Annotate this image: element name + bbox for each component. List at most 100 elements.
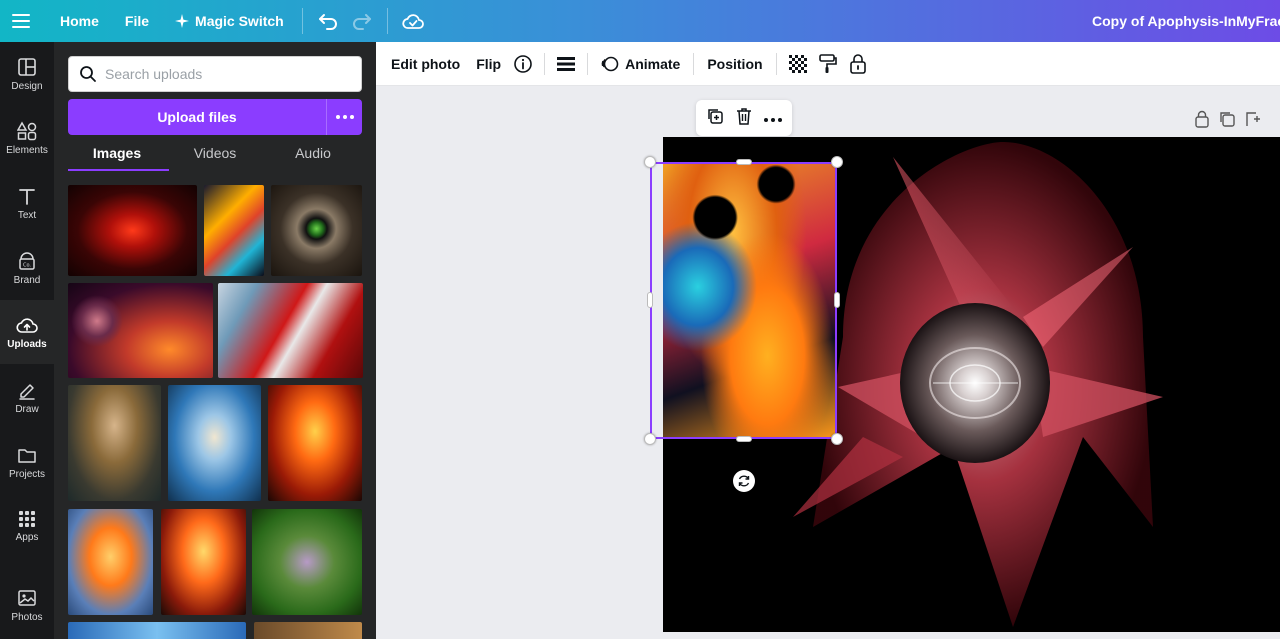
flip-button[interactable]: Flip (469, 48, 508, 80)
resize-handle-bottom-right[interactable] (831, 433, 843, 445)
redo-icon[interactable] (345, 5, 379, 37)
resize-handle-right[interactable] (834, 292, 840, 308)
rail-item-elements[interactable]: Elements (0, 106, 54, 170)
rail-label-elements: Elements (6, 144, 48, 156)
rail-label-uploads: Uploads (7, 338, 47, 350)
file-label: File (124, 13, 150, 29)
upload-thumbnail[interactable] (271, 185, 362, 276)
page-tools (1194, 110, 1262, 133)
divider (775, 52, 777, 75)
rail-item-projects[interactable]: Projects (0, 430, 54, 494)
selection-box (650, 162, 837, 439)
text-icon (19, 188, 35, 205)
upload-thumbnail[interactable] (254, 622, 362, 639)
rail-item-text[interactable]: Text (0, 171, 54, 235)
layout-icon (18, 57, 36, 76)
rail-item-draw[interactable]: Draw (0, 365, 54, 429)
rail-label-design: Design (11, 80, 43, 92)
duplicate-icon[interactable] (706, 107, 724, 130)
home-label: Home (60, 13, 99, 29)
context-toolbar: Edit photo Flip Animate Position (376, 42, 1280, 86)
upload-thumbnail[interactable] (161, 509, 246, 615)
file-menu-button[interactable]: File (115, 5, 159, 37)
rail-label-text: Text (17, 209, 37, 221)
delete-icon[interactable] (736, 107, 752, 130)
more-dots-icon (335, 115, 354, 119)
cloud-upload-icon (16, 317, 38, 333)
resize-handle-left[interactable] (647, 292, 653, 308)
svg-text:Co.: Co. (23, 262, 31, 268)
animate-button[interactable]: Animate (594, 48, 687, 80)
page-lock-icon[interactable] (1194, 110, 1210, 133)
edit-photo-button[interactable]: Edit photo (384, 48, 467, 80)
design-title[interactable]: Copy of Apophysis-InMyFracta (1092, 0, 1280, 42)
rail-item-uploads[interactable]: Uploads (0, 300, 54, 364)
tab-videos[interactable]: Videos (166, 142, 264, 172)
upload-thumbnail[interactable] (68, 509, 153, 615)
upload-thumbnail[interactable] (168, 385, 261, 501)
animate-label: Animate (625, 55, 681, 72)
upload-files-button[interactable]: Upload files (68, 99, 326, 135)
canvas-area (376, 86, 1280, 639)
tab-images[interactable]: Images (68, 142, 166, 172)
rail-item-design[interactable]: Design (0, 42, 54, 106)
sparkle-icon (175, 14, 190, 28)
undo-icon[interactable] (311, 5, 345, 37)
rail-item-apps[interactable]: Apps (0, 494, 54, 558)
upload-thumbnail[interactable] (68, 185, 197, 276)
add-page-icon[interactable] (1244, 110, 1262, 133)
grid-icon (19, 510, 35, 527)
divider (386, 8, 388, 34)
lock-icon[interactable] (843, 48, 873, 80)
home-button[interactable]: Home (50, 5, 109, 37)
more-options-icon[interactable] (764, 109, 782, 127)
tab-audio[interactable]: Audio (264, 142, 362, 172)
top-bar: Home File Magic Switch Copy of Apophysis… (0, 0, 1280, 42)
brand-icon: Co. (19, 251, 35, 270)
search-input[interactable] (105, 66, 345, 82)
upload-thumbnail[interactable] (204, 185, 264, 276)
rail-item-photos[interactable]: Photos (0, 573, 54, 637)
divider (587, 52, 589, 75)
element-action-bar (696, 100, 792, 136)
transparency-icon[interactable] (783, 48, 813, 80)
magic-switch-button[interactable]: Magic Switch (165, 5, 294, 37)
border-style-icon[interactable] (551, 48, 581, 80)
upload-thumbnail[interactable] (68, 283, 213, 378)
rail-label-draw: Draw (15, 403, 39, 415)
upload-thumbnail[interactable] (252, 509, 362, 615)
rotate-handle[interactable] (733, 470, 755, 492)
photo-icon (18, 589, 36, 606)
uploads-panel: Upload files Images Videos Audio (54, 42, 376, 639)
rail-item-brand[interactable]: Co. Brand (0, 236, 54, 300)
menu-icon[interactable] (0, 0, 42, 42)
rotate-icon (738, 475, 750, 487)
media-tabs: Images Videos Audio (68, 142, 362, 172)
rail-label-projects: Projects (8, 468, 46, 480)
upload-thumbnail[interactable] (218, 283, 363, 378)
rail-label-brand: Brand (13, 274, 41, 286)
duplicate-page-icon[interactable] (1218, 110, 1236, 133)
divider (544, 52, 546, 75)
divider (301, 8, 303, 34)
position-button[interactable]: Position (700, 48, 769, 80)
cloud-saved-icon[interactable] (396, 5, 430, 37)
search-box[interactable] (68, 56, 362, 92)
info-icon[interactable] (508, 48, 538, 80)
shapes-icon (17, 120, 37, 140)
divider (693, 52, 695, 75)
upload-thumbnail[interactable] (268, 385, 362, 501)
folder-icon (18, 448, 36, 463)
upload-more-button[interactable] (326, 99, 362, 135)
search-icon (80, 66, 96, 82)
resize-handle-bottom[interactable] (736, 436, 752, 442)
rail-label-apps: Apps (15, 531, 39, 543)
upload-thumbnail[interactable] (68, 622, 246, 639)
upload-thumbnail[interactable] (68, 385, 161, 501)
paint-roller-icon[interactable] (813, 48, 843, 80)
resize-handle-top-right[interactable] (831, 156, 843, 168)
resize-handle-top-left[interactable] (644, 156, 656, 168)
side-rail: Design Elements Text Co. Brand Uploads D… (0, 42, 54, 639)
resize-handle-top[interactable] (736, 159, 752, 165)
resize-handle-bottom-left[interactable] (644, 433, 656, 445)
